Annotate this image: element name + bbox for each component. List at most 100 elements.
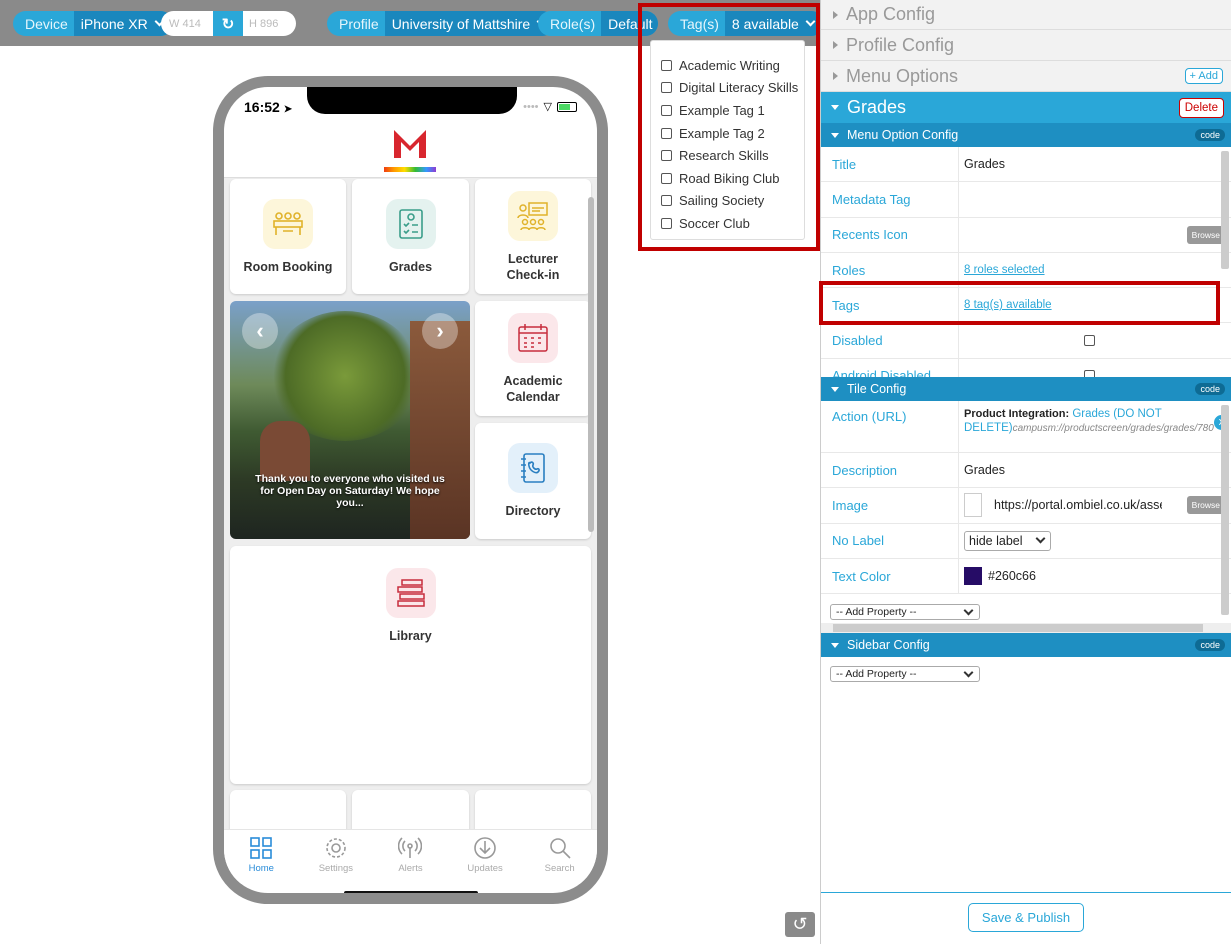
horizontal-scrollbar[interactable] — [821, 623, 1231, 633]
tab-alerts[interactable]: Alerts — [373, 830, 448, 884]
height-field[interactable]: H 896 — [249, 11, 278, 36]
no-label-select[interactable]: hide label — [964, 530, 1051, 551]
code-button[interactable]: code — [1195, 639, 1225, 651]
status-time: 16:52 ➤ — [244, 99, 293, 115]
tab-search[interactable]: Search — [522, 830, 597, 884]
browse-button[interactable]: Browse — [1186, 496, 1225, 515]
prop-disabled: Disabled — [821, 323, 1231, 359]
menu-option-props: Title Grades Metadata Tag Recents Icon Bro… — [821, 147, 1231, 377]
roles-link[interactable]: 8 roles selected — [964, 264, 1045, 276]
library-icon — [385, 568, 436, 618]
recents-icon-field[interactable]: Browse — [959, 218, 1231, 252]
section-menu-options[interactable]: Menu Options + Add — [821, 61, 1231, 92]
signal-icon: •••• — [523, 100, 539, 113]
tile-lecturer-checkin[interactable]: Lecturer Check-in — [475, 179, 591, 294]
carousel-prev-icon[interactable]: ‹ — [242, 313, 278, 349]
device-selector[interactable]: Device iPhone XR — [13, 11, 173, 36]
roles-label: Role(s) — [550, 15, 596, 32]
profile-label: Profile — [339, 15, 379, 32]
menu-option-config-header[interactable]: Menu Option Config code — [821, 123, 1231, 147]
config-panel: App Config Profile Config Menu Options + … — [820, 0, 1231, 944]
width-field[interactable]: W 414 — [169, 11, 201, 36]
room-booking-icon — [263, 198, 313, 249]
chevron-down-icon — [1035, 533, 1045, 544]
prop-text-color: Text Color #260c66 — [821, 558, 1231, 595]
description-input[interactable]: Grades — [959, 453, 1231, 487]
prop-title: Title Grades — [821, 147, 1231, 183]
search-icon — [549, 838, 571, 859]
section-app-config[interactable]: App Config — [821, 0, 1231, 30]
home-grid-icon — [250, 837, 273, 859]
chevron-down-icon — [963, 667, 974, 677]
tile-directory[interactable]: Directory — [475, 423, 591, 539]
tile-config-props: Action (URL) Product Integration: Grades… — [821, 401, 1231, 633]
university-logo — [384, 119, 436, 172]
tile-grades[interactable]: Grades — [352, 179, 469, 294]
lecturer-checkin-icon — [508, 190, 558, 241]
title-input[interactable]: Grades — [959, 147, 1231, 181]
dimension-fields: W 414 ↻ H 896 — [161, 11, 296, 36]
wifi-icon: ▽ — [543, 101, 552, 113]
home-indicator — [344, 891, 478, 893]
menu-props-scrollbar[interactable] — [1221, 151, 1229, 269]
tile-grid: Room Booking Grades Lecturer Check-in ‹ … — [224, 178, 597, 850]
text-color-value[interactable]: #260c66 — [988, 569, 1036, 583]
download-icon — [474, 837, 496, 859]
android-disabled-checkbox[interactable] — [1084, 370, 1095, 377]
grades-icon — [385, 198, 436, 249]
profile-selector[interactable]: Profile University of Mattshire — [327, 11, 556, 36]
news-carousel[interactable]: ‹ › Thank you to everyone who visited us… — [230, 301, 470, 539]
calendar-icon — [508, 312, 558, 363]
location-arrow-icon: ➤ — [283, 104, 293, 115]
carousel-next-icon[interactable]: › — [422, 313, 458, 349]
phone-notch — [307, 87, 517, 114]
code-button[interactable]: code — [1195, 383, 1225, 395]
caret-right-icon — [833, 41, 838, 49]
delete-button[interactable]: Delete — [1178, 97, 1224, 118]
disabled-checkbox[interactable] — [1084, 335, 1095, 347]
code-button[interactable]: code — [1195, 129, 1225, 141]
prop-no-label: No Label hide label — [821, 523, 1231, 559]
device-label: Device — [25, 15, 68, 32]
tab-settings[interactable]: Settings — [299, 830, 374, 884]
grades-header[interactable]: Grades Delete — [821, 92, 1231, 123]
prop-metadata-tag: Metadata Tag — [821, 182, 1231, 218]
broadcast-icon — [398, 837, 423, 858]
tab-bar: Home Settings Alerts Updates Search — [224, 829, 597, 884]
metadata-tag-input[interactable] — [959, 182, 1231, 216]
prop-android-disabled: Android Disabled — [821, 358, 1231, 377]
caret-down-icon — [831, 105, 839, 110]
tile-config-header[interactable]: Tile Config code — [821, 377, 1231, 401]
phone-preview: 16:52 ➤ •••• ▽ Room Booking Grades Lectu… — [213, 76, 608, 904]
caret-right-icon — [833, 10, 838, 19]
tile-room-booking[interactable]: Room Booking — [230, 179, 346, 294]
carousel-caption: Thank you to everyone who visited us for… — [255, 473, 445, 509]
sidebar-add-property-select[interactable]: -- Add Property -- — [830, 666, 980, 682]
preview-scrollbar[interactable] — [588, 197, 594, 532]
section-profile-config[interactable]: Profile Config — [821, 30, 1231, 61]
tile-props-scrollbar[interactable] — [1221, 405, 1229, 615]
tab-home[interactable]: Home — [224, 830, 299, 884]
add-menu-option-button[interactable]: + Add — [1184, 68, 1223, 84]
image-url-input[interactable]: https://portal.ombiel.co.uk/assets — [994, 498, 1162, 512]
refresh-icon[interactable]: ↻ — [213, 11, 243, 36]
image-thumbnail-icon — [964, 493, 982, 518]
save-publish-button[interactable]: Save & Publish — [968, 903, 1084, 932]
caret-down-icon — [831, 386, 839, 392]
status-icons: •••• ▽ — [523, 100, 577, 113]
color-swatch[interactable] — [964, 567, 982, 586]
add-property-select[interactable]: -- Add Property -- — [830, 604, 980, 621]
tile-library[interactable]: Library — [230, 546, 591, 784]
sidebar-config-header[interactable]: Sidebar Config code — [821, 633, 1231, 657]
directory-icon — [508, 443, 558, 493]
device-value: iPhone XR — [80, 15, 148, 32]
caret-down-icon — [831, 642, 839, 648]
tab-updates[interactable]: Updates — [448, 830, 523, 884]
prop-recents-icon: Recents Icon Browse — [821, 217, 1231, 253]
gear-icon — [326, 838, 346, 858]
chevron-down-icon — [963, 605, 974, 616]
tile-academic-calendar[interactable]: Academic Calendar — [475, 301, 591, 416]
undo-icon[interactable]: ↺ — [785, 912, 815, 937]
battery-icon — [557, 101, 577, 112]
browse-button[interactable]: Browse — [1186, 225, 1225, 244]
